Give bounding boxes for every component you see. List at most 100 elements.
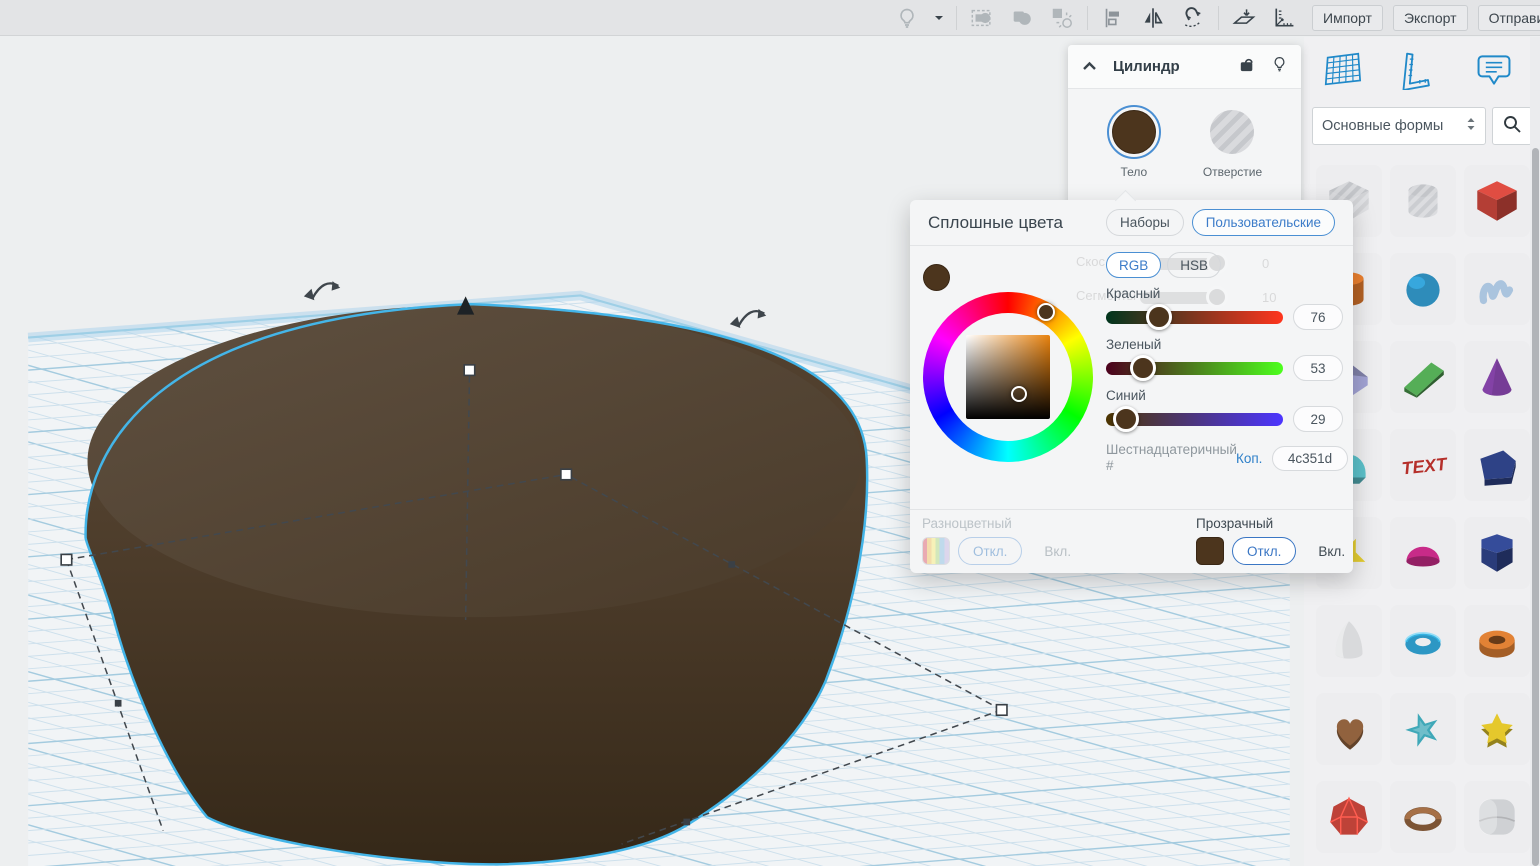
red-slider-track[interactable] [1106,311,1283,324]
multicolor-label: Разноцветный [922,516,1085,531]
svg-text:TEXT: TEXT [1401,454,1450,479]
transparent-swatch [1196,537,1224,565]
align-icon[interactable] [1098,3,1128,33]
workplane-grid-icon[interactable] [1319,47,1365,93]
notes-icon[interactable] [1471,47,1517,93]
search-button[interactable] [1492,107,1532,145]
heart-icon [1322,702,1376,756]
hue-cursor[interactable] [1037,303,1055,321]
material-option-body[interactable]: Тело [1107,105,1161,179]
multicolor-off-toggle[interactable]: Откл. [958,537,1022,565]
hue-wheel[interactable] [923,292,1093,462]
saturation-cursor[interactable] [1011,386,1027,402]
toolbar-buttons: Импорт Экспорт Отправить [1312,0,1540,36]
saturation-square[interactable] [966,335,1050,419]
export-button[interactable]: Экспорт [1393,5,1468,31]
copy-hex-link[interactable]: Коп. [1236,451,1268,466]
scrollbar-thumb[interactable] [1532,148,1539,866]
shape-tile-hex-prism[interactable] [1464,517,1530,589]
toolbar-icon-group [892,0,1299,36]
bulb-icon[interactable] [892,3,922,33]
send-button[interactable]: Отправить [1478,5,1540,31]
polygon-icon [1470,438,1524,492]
shape-tile-icosahedron[interactable] [1316,781,1382,853]
top-toolbar: Импорт Экспорт Отправить [0,0,1540,36]
shape-tile-cone[interactable] [1464,341,1530,413]
shape-tile-ring[interactable] [1390,781,1456,853]
shape-tile-star-sharp[interactable] [1390,693,1456,765]
top-center-handle[interactable] [561,469,572,480]
icosahedron-icon [1322,790,1376,844]
shape-tile-rounded-cube[interactable] [1464,781,1530,853]
red-slider-value[interactable]: 76 [1293,304,1343,330]
blue-slider-label: Синий [1106,388,1348,403]
blue-slider-thumb[interactable] [1113,406,1139,432]
toolbar-separator [1218,6,1219,30]
shape-tile-wedge[interactable] [1390,341,1456,413]
ruler-icon[interactable] [1269,3,1299,33]
shape-tile-sphere[interactable] [1390,253,1456,325]
group-icon[interactable] [967,3,997,33]
shape-category-dropdown[interactable]: Основные формы [1312,107,1486,145]
tab-presets[interactable]: Наборы [1106,209,1184,236]
import-button[interactable]: Импорт [1312,5,1383,31]
scale-handle-left[interactable] [61,554,72,565]
shape-tile-text[interactable]: TEXT [1390,429,1456,501]
shape-tile-heart[interactable] [1316,693,1382,765]
hex-row: Шестнадцатеричный # Коп. 4c351d [1106,442,1348,474]
red-slider-thumb[interactable] [1146,304,1172,330]
transparent-on-toggle[interactable]: Вкл. [1304,537,1359,565]
shape-tile-box[interactable] [1464,165,1530,237]
chevron-up-icon[interactable] [1082,58,1097,76]
unlock-icon[interactable] [1238,55,1256,78]
ungroup-icon[interactable] [1047,3,1077,33]
scale-handle-right[interactable] [996,705,1007,716]
green-slider-thumb[interactable] [1130,355,1156,381]
transparent-off-toggle[interactable]: Откл. [1232,537,1296,565]
toolbar-separator [956,6,957,30]
workplane-icon[interactable] [1229,3,1259,33]
shape-tile-tube[interactable] [1464,605,1530,677]
height-handle[interactable] [464,365,475,376]
green-slider-label: Зеленый [1106,337,1348,352]
mirror-icon[interactable] [1138,3,1168,33]
wedge-icon [1396,350,1450,404]
green-slider-value[interactable]: 53 [1293,355,1343,381]
blue-slider-value[interactable]: 29 [1293,406,1343,432]
blue-slider-track[interactable] [1106,413,1283,426]
mode-rgb[interactable]: RGB [1106,252,1161,278]
red-slider-label: Красный [1106,286,1348,301]
shape-tile-hole-cylinder[interactable] [1390,165,1456,237]
multicolor-on-toggle[interactable]: Вкл. [1030,537,1085,565]
current-color-swatch [923,264,950,291]
star-sharp-icon [1396,702,1450,756]
green-slider-track[interactable] [1106,362,1283,375]
rotate-handle-left[interactable] [304,281,340,300]
popup-divider [910,509,1353,510]
dropdown-caret-icon[interactable] [932,3,946,33]
rounded-cube-icon [1470,790,1524,844]
shape-tile-paraboloid[interactable] [1316,605,1382,677]
merge-icon[interactable] [1007,3,1037,33]
hex-value-field[interactable]: 4c351d [1272,446,1348,471]
snap-magnet-icon[interactable] [1178,3,1208,33]
rotate-handle-right[interactable] [730,309,766,328]
shape-tile-torus[interactable] [1390,605,1456,677]
hole-cylinder-icon [1396,174,1450,228]
shape-tile-scribble[interactable] [1464,253,1530,325]
ruler-tool-icon[interactable] [1395,47,1441,93]
shape-category-label: Основные формы [1322,118,1466,134]
material-option-hole[interactable]: Отверстие [1203,105,1262,179]
mode-hsb[interactable]: HSB [1167,252,1221,278]
paraboloid-icon [1322,614,1376,668]
sort-arrows-icon [1466,117,1476,136]
shape-tile-polygon[interactable] [1464,429,1530,501]
tab-custom[interactable]: Пользовательские [1192,209,1335,236]
box-icon [1470,174,1524,228]
visibility-bulb-icon[interactable] [1272,55,1287,79]
shape-tile-half-sphere[interactable] [1390,517,1456,589]
shape-tile-star[interactable] [1464,693,1530,765]
cylinder-shape[interactable] [86,304,868,864]
multicolor-group: Разноцветный Откл. Вкл. [922,516,1085,565]
color-picker-header: Сплошные цвета Наборы Пользовательские [910,200,1353,246]
